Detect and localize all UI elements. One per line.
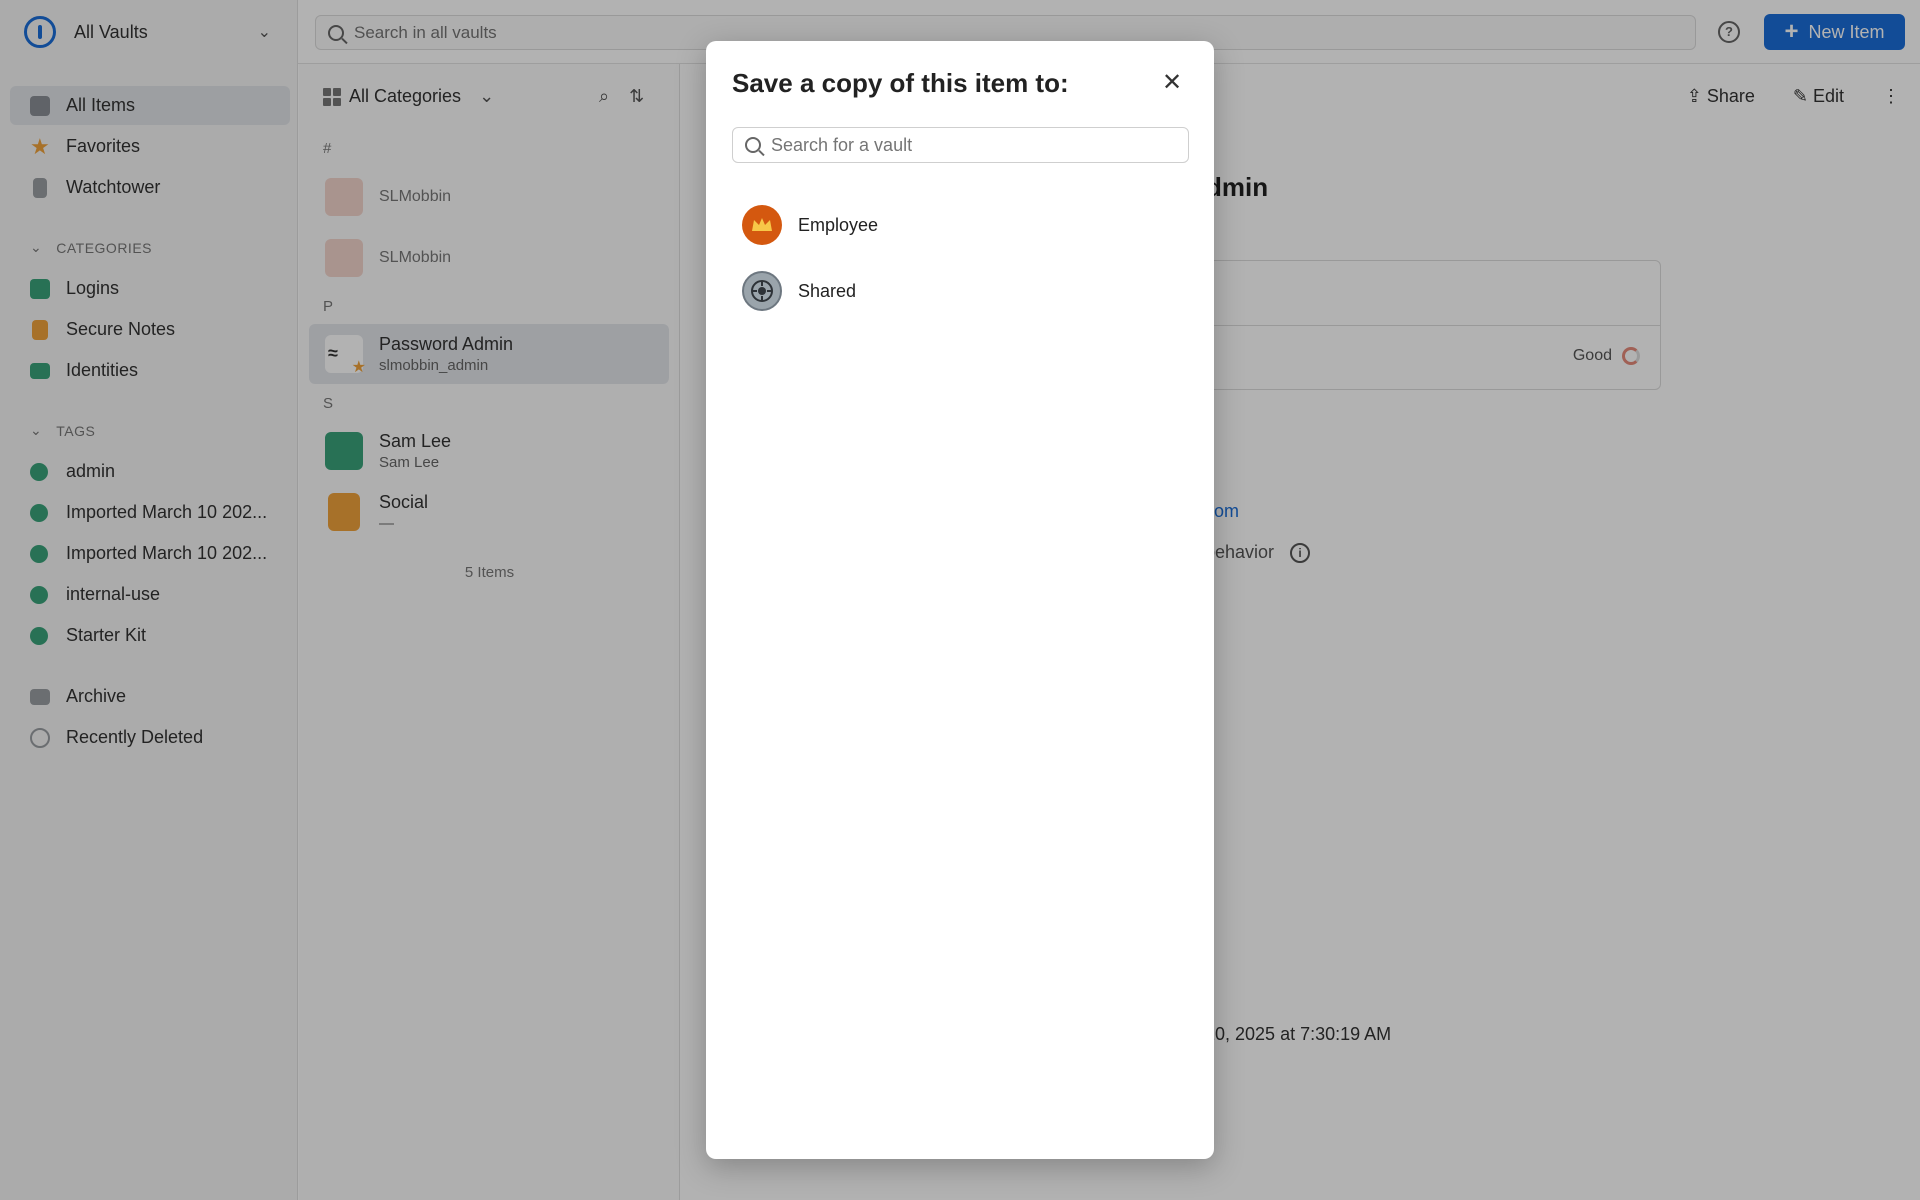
vault-name: Shared (798, 280, 857, 301)
shared-vault-icon (742, 271, 782, 311)
crown-icon (742, 205, 782, 245)
search-icon (745, 137, 761, 153)
close-icon[interactable]: ✕ (1158, 69, 1186, 97)
dialog-title: Save a copy of this item to: (732, 68, 1069, 98)
vault-option-employee[interactable]: Employee (732, 197, 1189, 253)
vault-name: Employee (798, 214, 879, 235)
save-copy-dialog: Save a copy of this item to: ✕ Employee … (706, 41, 1214, 1159)
vault-search-input[interactable] (771, 134, 1171, 156)
vault-option-shared[interactable]: Shared (732, 263, 1189, 319)
vault-search[interactable] (732, 127, 1189, 163)
